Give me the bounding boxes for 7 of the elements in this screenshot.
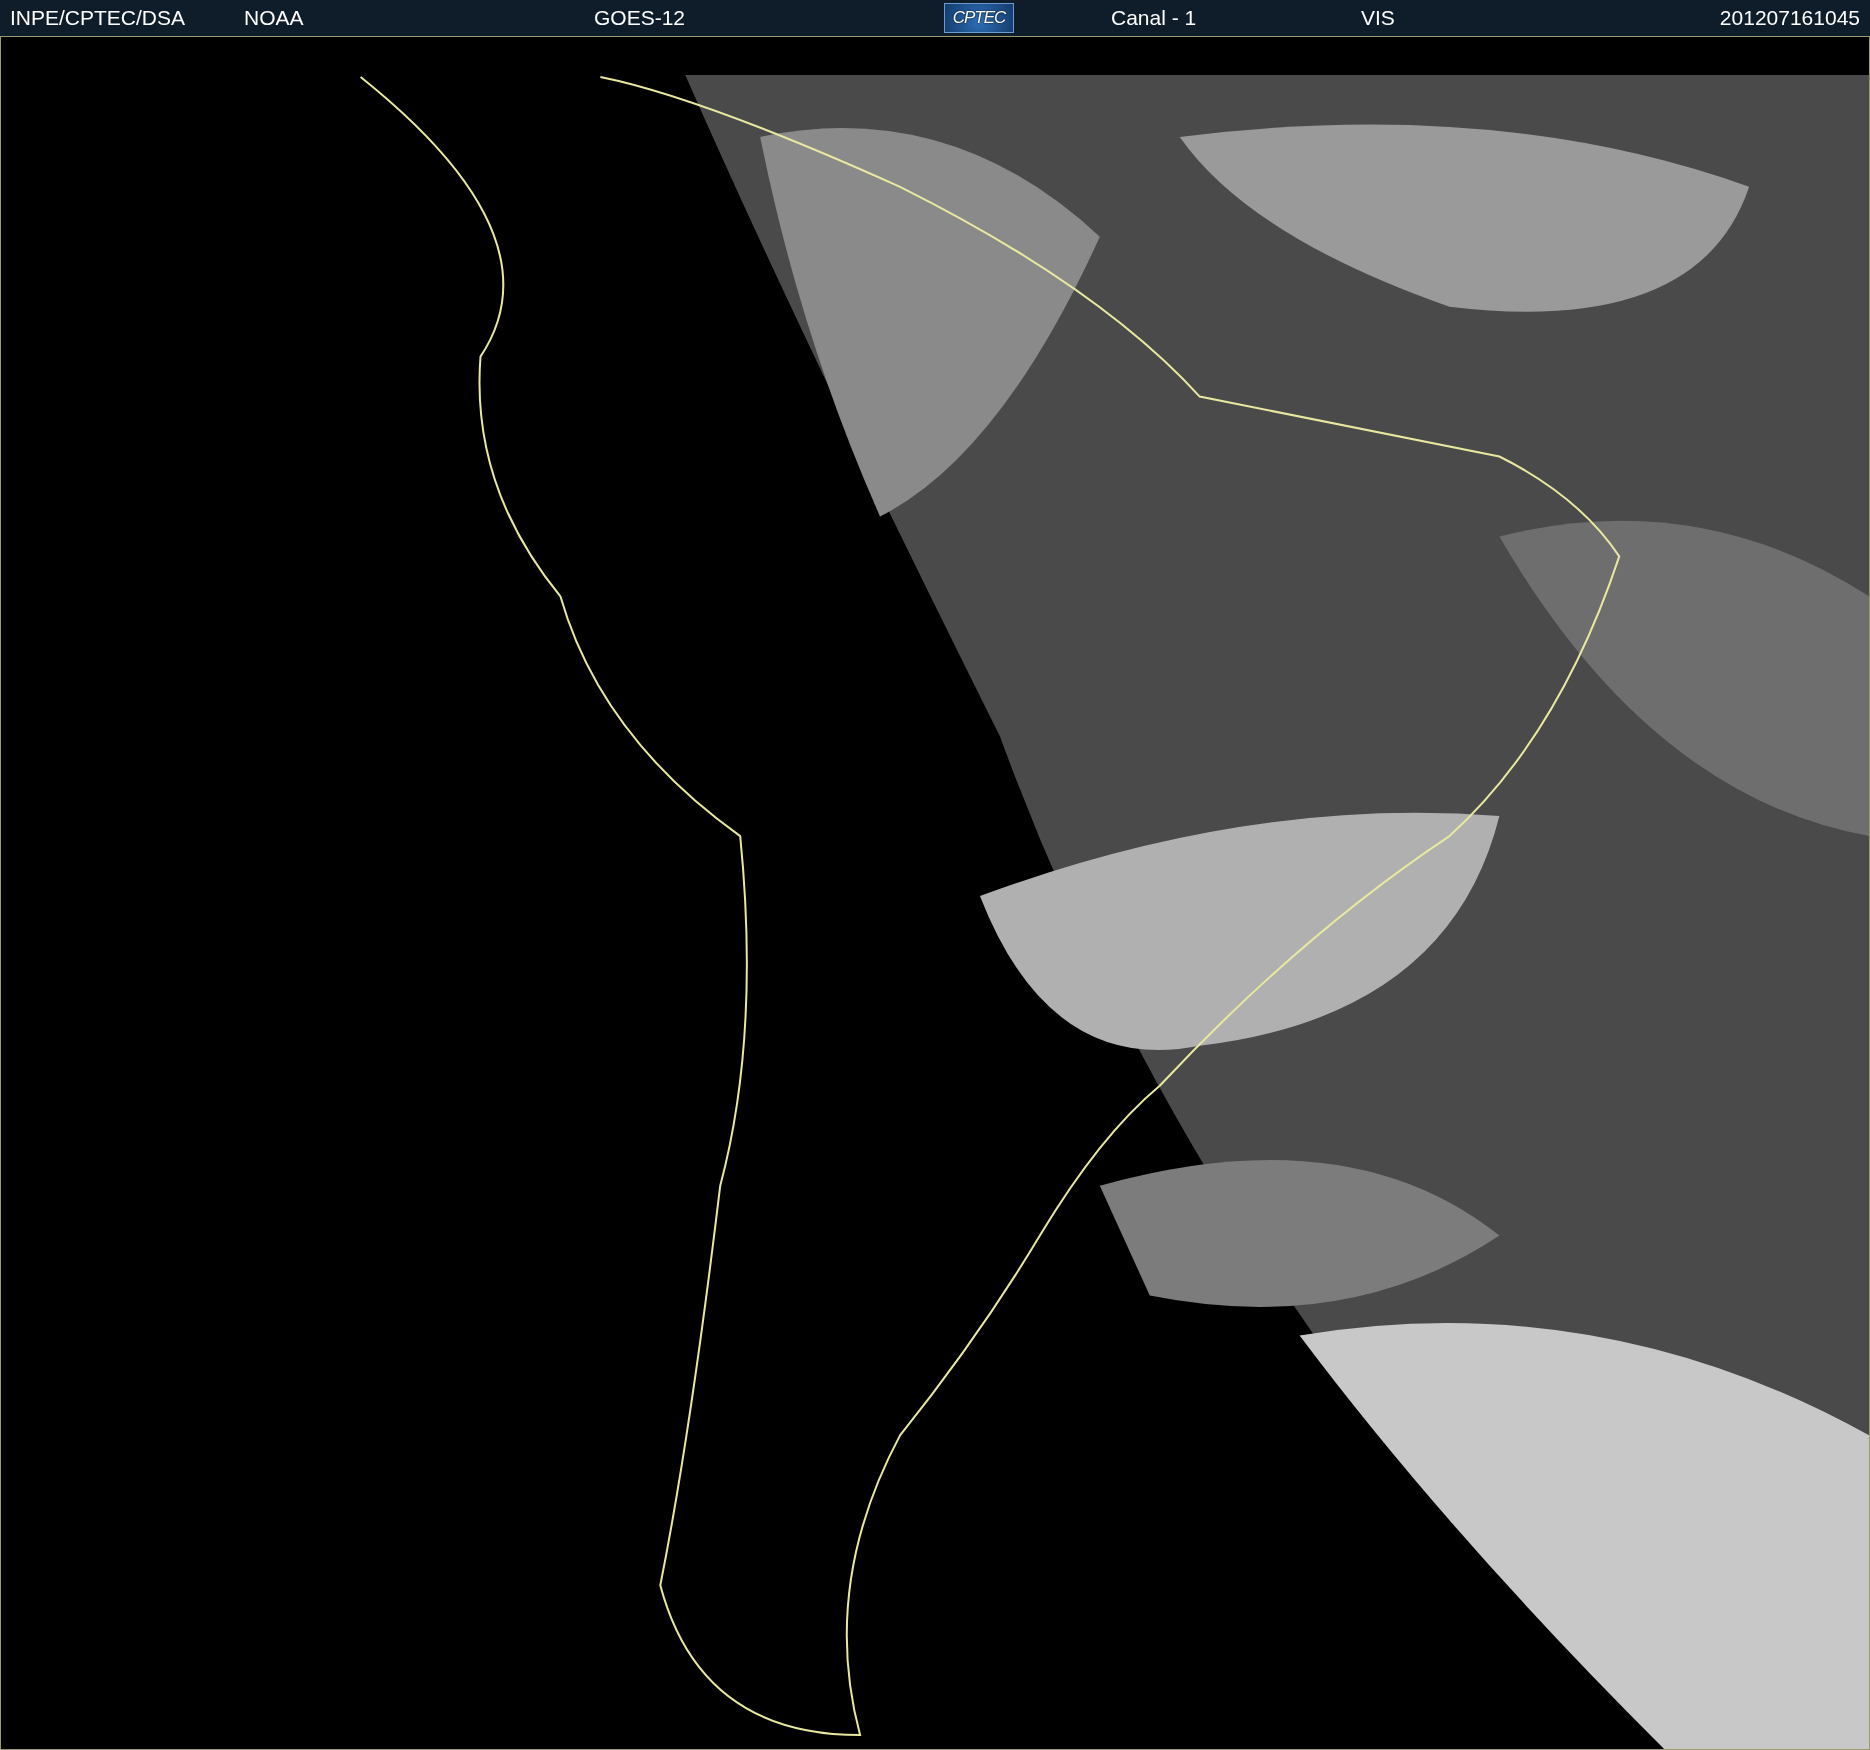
header-label: VIS — [1361, 6, 1395, 30]
logo: CPTEC — [944, 3, 1014, 33]
header-label: Canal - 1 — [1111, 6, 1197, 30]
header-label: NOAA — [244, 6, 304, 30]
header-label: 201207161045 — [1719, 6, 1860, 30]
header-label: GOES-12 — [594, 6, 686, 30]
header-label: INPE/CPTEC/DSA — [10, 6, 186, 30]
